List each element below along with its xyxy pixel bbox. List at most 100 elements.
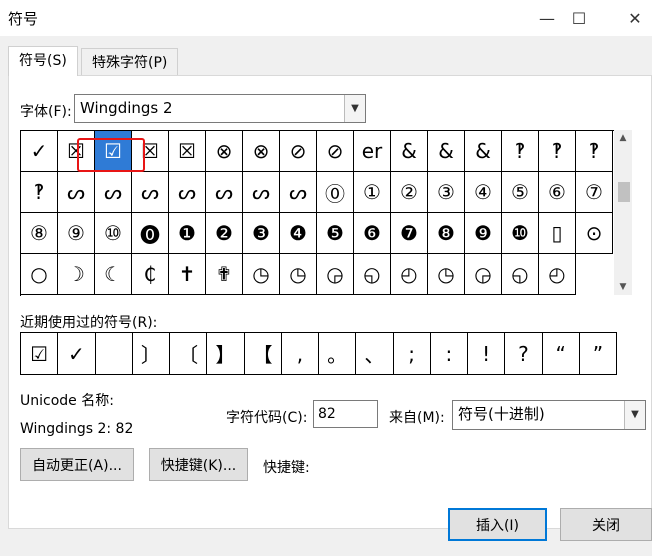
symbol-cell[interactable]: ④ xyxy=(465,172,502,213)
symbol-cell[interactable]: ② xyxy=(391,172,428,213)
close-window-button[interactable]: ✕ xyxy=(620,6,650,30)
symbol-cell[interactable]: ᔕ xyxy=(243,172,280,213)
symbol-cell[interactable]: ⊗ xyxy=(206,131,243,172)
recent-symbol-cell[interactable]: ? xyxy=(505,333,543,375)
symbol-cell[interactable]: ③ xyxy=(428,172,465,213)
autocorrect-button[interactable]: 自动更正(A)... xyxy=(20,448,134,481)
symbol-grid-scrollbar[interactable]: ▲ ▼ xyxy=(614,130,632,295)
symbol-cell[interactable]: ⊘ xyxy=(317,131,354,172)
symbol-cell[interactable]: ₵ xyxy=(132,254,169,295)
symbol-cell[interactable]: ☽ xyxy=(58,254,95,295)
recent-symbol-cell[interactable]: 〕 xyxy=(132,333,170,375)
recent-symbol-cell[interactable]: ☑ xyxy=(21,333,59,375)
symbol-cell[interactable]: ᔕ xyxy=(58,172,95,213)
font-value: Wingdings 2 xyxy=(80,99,173,117)
recent-symbol-cell[interactable]: , xyxy=(281,333,319,375)
recent-symbol-cell[interactable]: : xyxy=(430,333,468,375)
symbol-cell[interactable]: ☾ xyxy=(95,254,132,295)
symbol-cell[interactable]: ◴ xyxy=(539,254,576,295)
symbol-cell[interactable]: ⑧ xyxy=(21,213,58,254)
scroll-up-icon[interactable]: ▲ xyxy=(614,130,632,146)
tab-special-characters[interactable]: 特殊字符(P) xyxy=(81,48,179,76)
chevron-down-icon[interactable]: ▼ xyxy=(344,95,365,122)
tab-symbols[interactable]: 符号(S) xyxy=(8,46,78,76)
font-select[interactable]: Wingdings 2 ▼ xyxy=(74,94,366,123)
symbol-cell[interactable]: ☑ xyxy=(95,131,132,172)
close-button[interactable]: 关闭 xyxy=(560,508,652,541)
insert-button[interactable]: 插入(I) xyxy=(448,508,547,541)
symbol-cell[interactable]: ▯ xyxy=(539,213,576,254)
recent-symbol-cell[interactable]: 】 xyxy=(207,333,245,375)
symbol-cell[interactable]: ⑥ xyxy=(539,172,576,213)
symbol-cell[interactable]: ❶ xyxy=(169,213,206,254)
minimize-button[interactable]: — xyxy=(532,6,562,30)
chevron-down-icon[interactable]: ▼ xyxy=(624,401,645,429)
symbol-cell[interactable]: ‽ xyxy=(576,131,613,172)
symbol-cell[interactable]: ✟ xyxy=(206,254,243,295)
symbol-cell[interactable]: ᔕ xyxy=(206,172,243,213)
symbol-cell[interactable]: ⑨ xyxy=(58,213,95,254)
symbol-cell[interactable]: ❹ xyxy=(280,213,317,254)
char-code-input[interactable]: 82 xyxy=(313,400,378,428)
symbol-cell[interactable]: ☒ xyxy=(169,131,206,172)
symbol-cell[interactable]: ◶ xyxy=(465,254,502,295)
symbol-cell[interactable]: ① xyxy=(354,172,391,213)
symbol-cell[interactable]: ⑩ xyxy=(95,213,132,254)
symbol-cell[interactable]: & xyxy=(428,131,465,172)
recent-symbol-cell[interactable]: ! xyxy=(468,333,506,375)
symbol-cell[interactable]: ❷ xyxy=(206,213,243,254)
scroll-thumb[interactable] xyxy=(618,182,630,202)
symbol-cell[interactable]: ‽ xyxy=(21,172,58,213)
symbol-cell[interactable]: ⊘ xyxy=(280,131,317,172)
symbol-cell[interactable]: ‽ xyxy=(502,131,539,172)
recent-symbol-cell[interactable]: “ xyxy=(542,333,580,375)
symbol-cell[interactable]: ᔕ xyxy=(280,172,317,213)
symbol-cell[interactable]: ⓿ xyxy=(132,213,169,254)
symbol-cell[interactable]: & xyxy=(391,131,428,172)
symbol-cell[interactable]: er xyxy=(354,131,391,172)
recent-symbol-cell[interactable]: ” xyxy=(579,333,617,375)
symbol-cell[interactable]: ◵ xyxy=(354,254,391,295)
symbol-cell[interactable]: ❿ xyxy=(502,213,539,254)
recent-symbol-cell[interactable]: 、 xyxy=(356,333,394,375)
recent-symbol-cell[interactable]: 〔 xyxy=(170,333,208,375)
symbol-cell[interactable]: ◵ xyxy=(502,254,539,295)
symbol-cell[interactable]: ○ xyxy=(21,254,58,295)
symbol-cell[interactable]: ᔕ xyxy=(95,172,132,213)
shortcut-key-button[interactable]: 快捷键(K)... xyxy=(149,448,248,481)
symbol-cell[interactable]: ‽ xyxy=(539,131,576,172)
symbol-cell[interactable]: ◷ xyxy=(243,254,280,295)
symbol-grid[interactable]: ✓ ☒ ☑ ☒ ☒ ⊗ ⊗ ⊘ ⊘ er & & & ‽ ‽ ‽ ‽ ᔕ ᔕ ᔕ ᔕ ᔕ ᔕ ᔕ ⓪ ① ② ③ ④ ⑤ ⑥ ⑦ ⑧ ⑨ ⑩ ⓿ ❶ ❷ ❸… xyxy=(20,130,615,296)
symbol-cell[interactable]: ⓪ xyxy=(317,172,354,213)
symbol-cell[interactable]: ◷ xyxy=(280,254,317,295)
symbol-cell[interactable]: ❺ xyxy=(317,213,354,254)
from-select[interactable]: 符号(十进制) ▼ xyxy=(452,400,646,430)
recent-symbol-cell[interactable]: 。 xyxy=(319,333,357,375)
symbol-cell[interactable]: ❼ xyxy=(391,213,428,254)
symbol-cell[interactable]: ᔕ xyxy=(169,172,206,213)
symbol-cell[interactable]: ⊗ xyxy=(243,131,280,172)
recent-symbol-cell[interactable]: ✓ xyxy=(58,333,96,375)
symbol-cell[interactable]: ⑦ xyxy=(576,172,613,213)
maximize-button[interactable]: ☐ xyxy=(564,6,594,30)
scroll-down-icon[interactable]: ▼ xyxy=(614,279,632,295)
symbol-cell[interactable]: ⑤ xyxy=(502,172,539,213)
symbol-cell[interactable]: ❻ xyxy=(354,213,391,254)
symbol-cell[interactable]: ❽ xyxy=(428,213,465,254)
recent-symbol-cell[interactable]: 【 xyxy=(244,333,282,375)
symbol-cell[interactable]: ◴ xyxy=(391,254,428,295)
symbol-cell[interactable]: ◷ xyxy=(428,254,465,295)
symbol-cell[interactable]: ✓ xyxy=(21,131,58,172)
symbol-cell[interactable]: ⊙ xyxy=(576,213,613,254)
symbol-cell[interactable]: ☒ xyxy=(58,131,95,172)
recent-symbols-grid[interactable]: ☑ ✓ 〕〔】【,。、;:!? “” xyxy=(20,332,617,375)
recent-symbol-cell[interactable]: ; xyxy=(393,333,431,375)
symbol-cell[interactable]: ᔕ xyxy=(132,172,169,213)
symbol-cell[interactable]: ☒ xyxy=(132,131,169,172)
symbol-cell[interactable]: ❾ xyxy=(465,213,502,254)
symbol-cell[interactable]: ❸ xyxy=(243,213,280,254)
symbol-cell[interactable]: ◶ xyxy=(317,254,354,295)
recent-symbol-cell[interactable] xyxy=(95,333,133,375)
symbol-cell[interactable]: ✝ xyxy=(169,254,206,295)
symbol-cell[interactable]: & xyxy=(465,131,502,172)
